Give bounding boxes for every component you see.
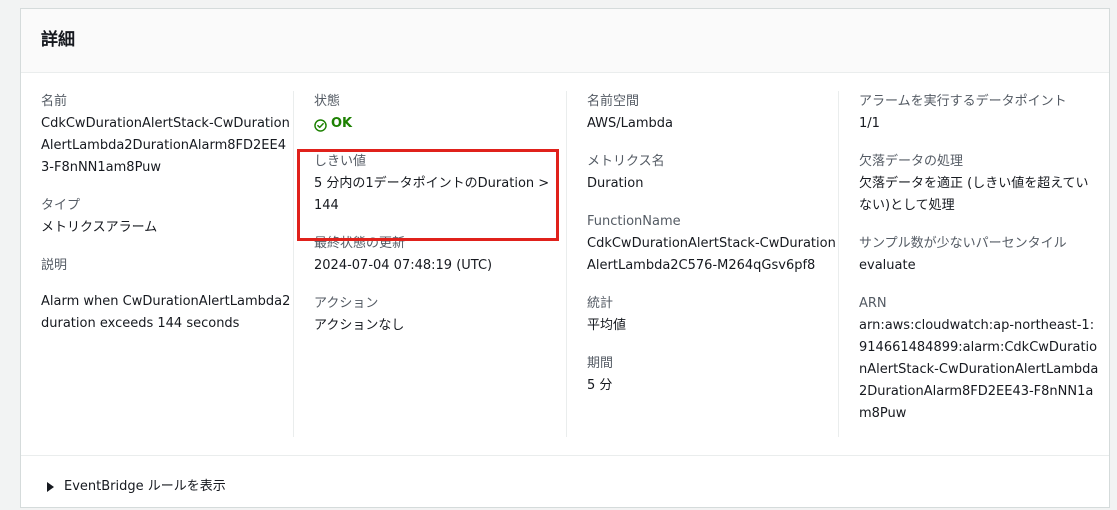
state-text: OK	[331, 116, 353, 131]
type-value: メトリクスアラーム	[41, 220, 158, 235]
details-column-1: 名前 CdkCwDurationAlertStack-CwDurationAle…	[41, 91, 293, 351]
name-label: 名前	[41, 94, 68, 109]
panel-header: 詳細	[21, 9, 1109, 73]
percentile-item: サンプル数が少ないパーセンタイル evaluate	[859, 233, 1099, 277]
action-item: アクション アクションなし	[314, 293, 566, 337]
statistic-item: 統計 平均値	[587, 293, 839, 337]
percentile-value: evaluate	[859, 258, 916, 273]
last-update-value: 2024-07-04 07:48:19 (UTC)	[314, 258, 493, 273]
action-value: アクションなし	[314, 318, 405, 333]
function-name-item: FunctionName CdkCwDurationAlertStack-CwD…	[587, 211, 839, 277]
datapoints-label: アラームを実行するデータポイント	[859, 94, 1067, 109]
panel-body: 名前 CdkCwDurationAlertStack-CwDurationAle…	[21, 73, 1109, 453]
state-value: OK	[314, 113, 566, 135]
state-label: 状態	[314, 94, 341, 109]
namespace-label: 名前空間	[587, 94, 640, 109]
missing-data-label: 欠落データの処理	[859, 154, 964, 169]
eventbridge-rules-label: EventBridge ルールを表示	[64, 479, 226, 494]
action-label: アクション	[314, 296, 379, 311]
statistic-value: 平均値	[587, 318, 627, 333]
state-item: 状態 OK	[314, 91, 566, 135]
details-column-4: アラームを実行するデータポイント 1/1 欠落データの処理 欠落データを適正 (…	[859, 91, 1099, 441]
metric-label: メトリクス名	[587, 154, 665, 169]
type-label: タイプ	[41, 198, 81, 213]
description-label: 説明	[41, 258, 68, 273]
column-divider	[293, 91, 294, 437]
arn-label: ARN	[859, 296, 887, 311]
details-panel: 詳細 名前 CdkCwDurationAlertStack-CwDuration…	[20, 8, 1110, 508]
statistic-label: 統計	[587, 296, 614, 311]
description-value: Alarm when CwDurationAlertLambda2 durati…	[41, 294, 291, 331]
caret-right-icon	[47, 482, 54, 492]
type-item: タイプ メトリクスアラーム	[41, 195, 293, 239]
function-name-value: CdkCwDurationAlertStack-CwDurationAlertL…	[587, 236, 836, 273]
eventbridge-rules-expander[interactable]: EventBridge ルールを表示	[47, 476, 226, 498]
period-value: 5 分	[587, 378, 613, 393]
column-divider	[838, 91, 839, 437]
namespace-value: AWS/Lambda	[587, 116, 674, 131]
function-name-label: FunctionName	[587, 214, 681, 229]
missing-data-item: 欠落データの処理 欠落データを適正 (しきい値を超えていない)として処理	[859, 151, 1099, 217]
name-item: 名前 CdkCwDurationAlertStack-CwDurationAle…	[41, 91, 293, 179]
datapoints-value: 1/1	[859, 116, 880, 131]
check-circle-icon	[314, 118, 327, 132]
panel-title: 詳細	[41, 30, 75, 50]
metric-value: Duration	[587, 176, 644, 191]
period-label: 期間	[587, 356, 614, 371]
arn-item: ARN arn:aws:cloudwatch:ap-northeast-1:91…	[859, 293, 1099, 425]
metric-item: メトリクス名 Duration	[587, 151, 839, 195]
name-value: CdkCwDurationAlertStack-CwDurationAlertL…	[41, 116, 290, 175]
period-item: 期間 5 分	[587, 353, 839, 397]
datapoints-item: アラームを実行するデータポイント 1/1	[859, 91, 1099, 135]
panel-footer: EventBridge ルールを表示	[21, 455, 1109, 510]
description-item: 説明 Alarm when CwDurationAlertLambda2 dur…	[41, 255, 293, 335]
details-column-3: 名前空間 AWS/Lambda メトリクス名 Duration Function…	[587, 91, 839, 413]
arn-value: arn:aws:cloudwatch:ap-northeast-1:914661…	[859, 318, 1099, 421]
missing-data-value: 欠落データを適正 (しきい値を超えていない)として処理	[859, 176, 1089, 213]
namespace-item: 名前空間 AWS/Lambda	[587, 91, 839, 135]
threshold-highlight-box	[297, 149, 559, 241]
column-divider	[566, 91, 567, 437]
percentile-label: サンプル数が少ないパーセンタイル	[859, 236, 1067, 251]
